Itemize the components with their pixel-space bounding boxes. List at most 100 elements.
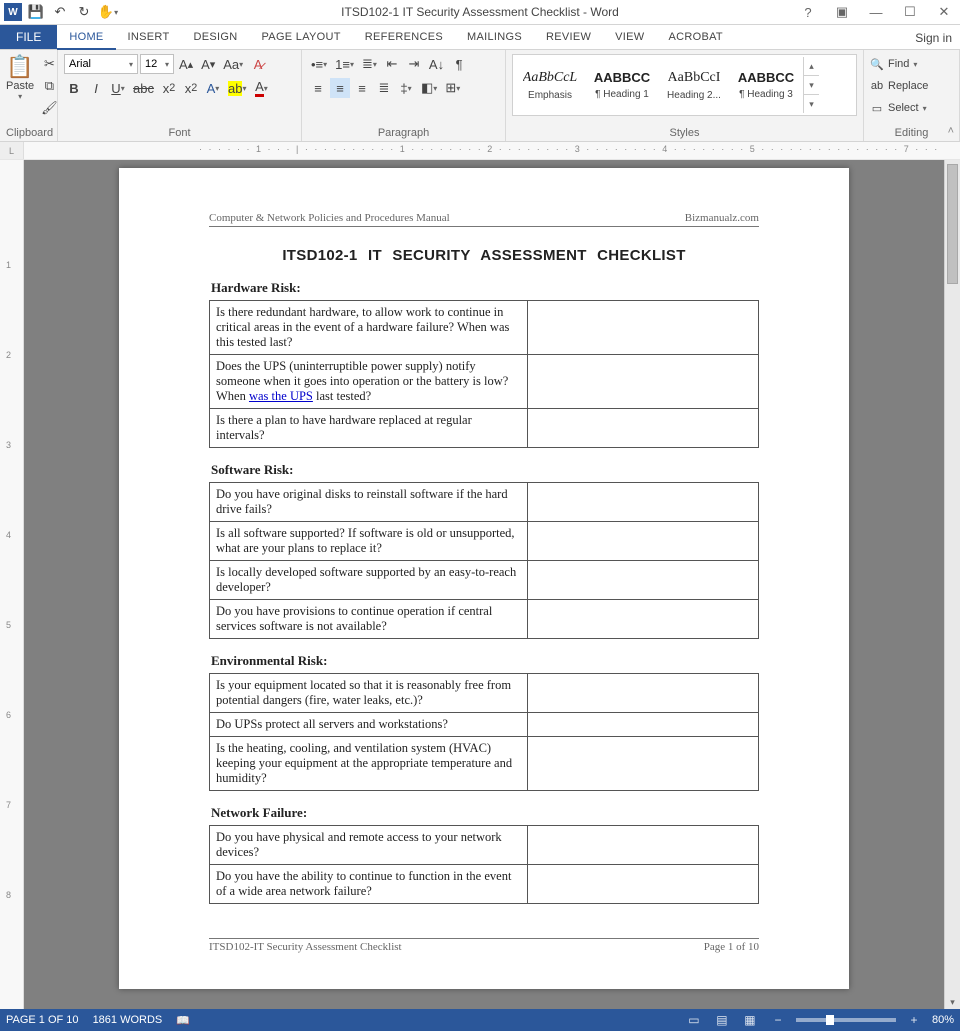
question-cell[interactable]: Is all software supported? If software i…	[210, 522, 528, 561]
bullets-button[interactable]: •≡▾	[308, 54, 330, 74]
increase-indent-button[interactable]: ⇥	[404, 54, 424, 74]
question-cell[interactable]: Does the UPS (uninterruptible power supp…	[210, 355, 528, 409]
question-cell[interactable]: Is your equipment located so that it is …	[210, 674, 528, 713]
collapse-ribbon-button[interactable]: ˄	[948, 125, 954, 137]
question-cell[interactable]: Do you have original disks to reinstall …	[210, 483, 528, 522]
answer-cell[interactable]	[528, 826, 759, 865]
superscript-button[interactable]: x2	[181, 78, 201, 98]
sign-in-link[interactable]: Sign in	[915, 25, 952, 50]
zoom-level[interactable]: 80%	[932, 1014, 954, 1026]
answer-cell[interactable]	[528, 674, 759, 713]
style-heading-1[interactable]: AABBCC¶ Heading 1	[587, 57, 657, 113]
replace-button[interactable]: abReplace	[870, 76, 928, 96]
align-left-button[interactable]: ≡	[308, 78, 328, 98]
shading-button[interactable]: ◧▾	[418, 78, 440, 98]
align-right-button[interactable]: ≡	[352, 78, 372, 98]
question-cell[interactable]: Do you have physical and remote access t…	[210, 826, 528, 865]
style-heading-2[interactable]: AaBbCcIHeading 2...	[659, 57, 729, 113]
bold-button[interactable]: B	[64, 78, 84, 98]
numbering-button[interactable]: 1≡▾	[332, 54, 357, 74]
highlight-button[interactable]: ab▾	[225, 78, 249, 98]
clear-formatting-button[interactable]: A̷	[248, 54, 268, 74]
page[interactable]: Computer & Network Policies and Procedur…	[119, 168, 849, 989]
line-spacing-button[interactable]: ‡▾	[396, 78, 416, 98]
justify-button[interactable]: ≣	[374, 78, 394, 98]
question-cell[interactable]: Do UPSs protect all servers and workstat…	[210, 713, 528, 737]
tab-mailings[interactable]: MAILINGS	[455, 25, 534, 49]
font-color-button[interactable]: A▾	[251, 78, 271, 98]
answer-cell[interactable]	[528, 600, 759, 639]
status-page[interactable]: PAGE 1 OF 10	[6, 1014, 79, 1026]
underline-button[interactable]: U▾	[108, 78, 128, 98]
question-cell[interactable]: Do you have provisions to continue opera…	[210, 600, 528, 639]
answer-cell[interactable]	[528, 301, 759, 355]
font-name-combo[interactable]: Arial▾	[64, 54, 138, 74]
sort-button[interactable]: A↓	[426, 54, 447, 74]
tab-insert[interactable]: INSERT	[116, 25, 182, 49]
align-center-button[interactable]: ≡	[330, 78, 350, 98]
ribbon-display-button[interactable]: ▣	[830, 2, 854, 22]
answer-cell[interactable]	[528, 483, 759, 522]
undo-button[interactable]: ↶	[50, 2, 70, 22]
answer-cell[interactable]	[528, 737, 759, 791]
subscript-button[interactable]: x2	[159, 78, 179, 98]
font-size-combo[interactable]: 12▾	[140, 54, 174, 74]
question-cell[interactable]: Is there a plan to have hardware replace…	[210, 409, 528, 448]
style-heading-3[interactable]: AABBCC¶ Heading 3	[731, 57, 801, 113]
status-proofing-icon[interactable]: 📖	[176, 1014, 190, 1027]
multilevel-list-button[interactable]: ≣▾	[359, 54, 380, 74]
style-emphasis[interactable]: AaBbCcLEmphasis	[515, 57, 585, 113]
paste-button[interactable]: 📋 Paste ▾	[6, 54, 34, 101]
answer-cell[interactable]	[528, 522, 759, 561]
zoom-out-button[interactable]: −	[768, 1012, 788, 1028]
status-words[interactable]: 1861 WORDS	[93, 1014, 163, 1026]
tab-home[interactable]: HOME	[57, 25, 115, 50]
scroll-down-button[interactable]: ▾	[945, 995, 960, 1009]
tab-design[interactable]: DESIGN	[182, 25, 250, 49]
change-case-button[interactable]: Aa▾	[220, 54, 246, 74]
answer-cell[interactable]	[528, 713, 759, 737]
help-button[interactable]: ?	[796, 2, 820, 22]
tab-review[interactable]: REVIEW	[534, 25, 603, 49]
question-cell[interactable]: Do you have the ability to continue to f…	[210, 865, 528, 904]
view-web-button[interactable]: ▦	[740, 1012, 760, 1028]
select-button[interactable]: ▭Select ▾	[870, 98, 927, 118]
question-cell[interactable]: Is locally developed software supported …	[210, 561, 528, 600]
minimize-button[interactable]: —	[864, 2, 888, 22]
question-cell[interactable]: Is the heating, cooling, and ventilation…	[210, 737, 528, 791]
tab-view[interactable]: VIEW	[603, 25, 656, 49]
vertical-scrollbar[interactable]: ▴ ▾	[944, 160, 960, 1009]
zoom-slider[interactable]	[796, 1018, 896, 1022]
view-read-button[interactable]: ▭	[684, 1012, 704, 1028]
decrease-indent-button[interactable]: ⇤	[382, 54, 402, 74]
horizontal-ruler[interactable]: · · · · · · 1 · · · | · · · · · · · · · …	[24, 142, 960, 159]
view-print-button[interactable]: ▤	[712, 1012, 732, 1028]
redo-button[interactable]: ↻	[74, 2, 94, 22]
styles-gallery-scroll[interactable]: ▴▾▾	[803, 57, 819, 113]
tab-references[interactable]: REFERENCES	[353, 25, 455, 49]
save-button[interactable]: 💾	[26, 2, 46, 22]
strikethrough-button[interactable]: abc	[130, 78, 157, 98]
answer-cell[interactable]	[528, 561, 759, 600]
answer-cell[interactable]	[528, 355, 759, 409]
answer-cell[interactable]	[528, 865, 759, 904]
shrink-font-button[interactable]: A▾	[198, 54, 218, 74]
maximize-button[interactable]: ☐	[898, 2, 922, 22]
tab-page-layout[interactable]: PAGE LAYOUT	[249, 25, 352, 49]
document-scroll[interactable]: Computer & Network Policies and Procedur…	[24, 160, 944, 1009]
tab-acrobat[interactable]: ACROBAT	[656, 25, 734, 49]
find-button[interactable]: 🔍Find ▾	[870, 54, 917, 74]
styles-gallery[interactable]: AaBbCcLEmphasis AABBCC¶ Heading 1 AaBbCc…	[512, 54, 857, 116]
scroll-thumb[interactable]	[947, 164, 958, 284]
answer-cell[interactable]	[528, 409, 759, 448]
zoom-in-button[interactable]: +	[904, 1012, 924, 1028]
vertical-ruler[interactable]: 1 2 3 4 5 6 7 8	[0, 160, 24, 1009]
borders-button[interactable]: ⊞▾	[442, 78, 463, 98]
italic-button[interactable]: I	[86, 78, 106, 98]
question-cell[interactable]: Is there redundant hardware, to allow wo…	[210, 301, 528, 355]
grow-font-button[interactable]: A▴	[176, 54, 196, 74]
close-button[interactable]: ✕	[932, 2, 956, 22]
text-effects-button[interactable]: A▾	[203, 78, 223, 98]
touch-mode-button[interactable]: ✋▾	[98, 2, 118, 22]
tab-file[interactable]: FILE	[0, 25, 57, 49]
